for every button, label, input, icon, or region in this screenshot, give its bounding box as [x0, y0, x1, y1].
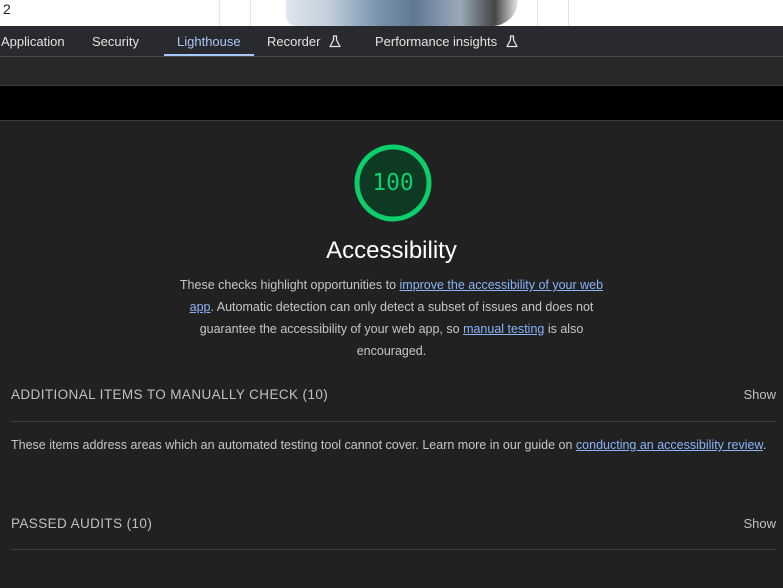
manual-checks-show-toggle[interactable]: Show — [743, 387, 776, 402]
passed-audits-header[interactable]: PASSED AUDITS (10) Show — [11, 516, 776, 536]
score-value: 100 — [372, 170, 414, 196]
guide-text: These items address areas which an autom… — [11, 438, 576, 452]
manual-checks-title: ADDITIONAL ITEMS TO MANUALLY CHECK (10) — [11, 387, 329, 402]
page-photo — [286, 0, 518, 26]
active-tab-indicator — [164, 54, 254, 56]
devtools-tab-bar: Application Security Lighthouse Recorder… — [0, 26, 783, 57]
manual-testing-link[interactable]: manual testing — [463, 322, 544, 336]
page-divider — [537, 0, 538, 26]
passed-audits-show-toggle[interactable]: Show — [743, 516, 776, 531]
tab-label: Application — [1, 34, 65, 49]
inspected-page-strip: 2 — [0, 0, 783, 26]
tab-recorder[interactable]: Recorder — [267, 26, 341, 56]
page-divider — [219, 0, 220, 26]
manual-checks-description: These items address areas which an autom… — [11, 434, 776, 456]
section-divider — [11, 549, 776, 550]
manual-checks-header[interactable]: ADDITIONAL ITEMS TO MANUALLY CHECK (10) … — [11, 387, 776, 407]
experiment-flask-icon — [506, 35, 518, 48]
tab-performance-insights[interactable]: Performance insights — [375, 26, 518, 56]
tab-lighthouse[interactable]: Lighthouse — [164, 26, 254, 56]
lighthouse-report: 100 Accessibility These checks highlight… — [0, 121, 783, 588]
tab-label: Security — [92, 34, 139, 49]
tab-label: Performance insights — [375, 34, 498, 49]
category-title: Accessibility — [326, 237, 457, 264]
section-divider — [11, 421, 776, 422]
description-text: These checks highlight opportunities to — [179, 278, 400, 292]
page-divider — [568, 0, 569, 26]
category-description: These checks highlight opportunities to … — [170, 274, 613, 362]
tab-application[interactable]: Application — [1, 26, 65, 56]
tab-label: Recorder — [267, 34, 321, 49]
report-topbar — [0, 86, 783, 121]
guide-text: . — [762, 438, 767, 452]
tab-security[interactable]: Security — [92, 26, 139, 56]
passed-audits-title: PASSED AUDITS (10) — [11, 516, 153, 531]
tab-label: Lighthouse — [177, 34, 241, 49]
accessibility-review-guide-link[interactable]: conducting an accessibility review — [576, 438, 763, 452]
experiment-flask-icon — [329, 35, 341, 48]
page-row-number: 2 — [3, 1, 11, 17]
page-divider — [250, 0, 251, 26]
lighthouse-toolbar — [0, 57, 783, 86]
